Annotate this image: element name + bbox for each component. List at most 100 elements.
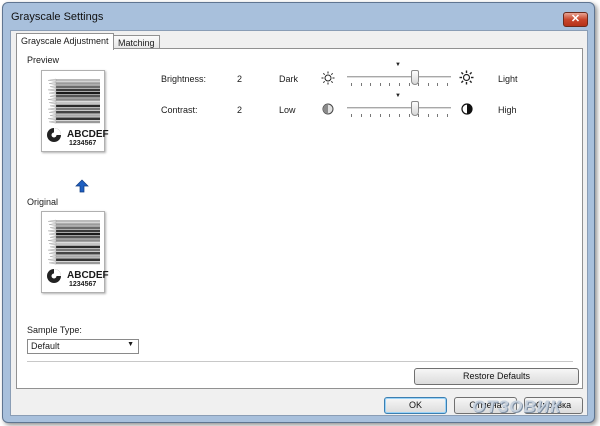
contrast-low-icon [322, 103, 334, 115]
slider-tick [351, 83, 352, 86]
window-title: Grayscale Settings [11, 11, 104, 23]
pencil-tip [47, 258, 57, 262]
restore-defaults-label: Restore Defaults [462, 371, 531, 381]
grayscale-adjustment-panel: Preview ABCDEF 1234567 Original ABCDEF 1… [16, 48, 583, 389]
divider [27, 361, 573, 362]
pencil-tip [47, 239, 57, 242]
pencil-tip [47, 248, 57, 252]
chevron-down-icon: ▼ [127, 341, 134, 348]
pencil-tip [47, 88, 57, 92]
pencil-body [56, 88, 100, 92]
pencil-tip [49, 226, 57, 230]
pencil-body [56, 226, 100, 229]
slider-tick [437, 83, 438, 86]
pencil-tip [48, 232, 57, 236]
pencil-tip [49, 85, 57, 89]
pencil-body [56, 98, 100, 101]
contrast-high-label: High [498, 105, 517, 115]
pencil-body [56, 236, 100, 239]
pencil-body [56, 223, 100, 226]
pencil-tip [48, 223, 57, 226]
sun-bright-icon [459, 70, 474, 85]
pencil-body [56, 111, 100, 114]
pencil-body [56, 242, 100, 245]
watermark-logo: ОТЗОВИК [472, 397, 562, 416]
pencil-body [56, 239, 100, 242]
ok-button[interactable]: OK [384, 397, 447, 414]
slider-tick [428, 114, 429, 117]
original-label: Original [27, 197, 59, 207]
pencil-body [56, 261, 100, 265]
pencil-body [56, 82, 100, 85]
sample-type-select[interactable]: Default ▼ [27, 339, 139, 354]
pencil-body [56, 104, 100, 108]
tab-label: Grayscale Adjustment [21, 36, 109, 46]
pencil-body [56, 85, 100, 88]
pencil-tip [47, 229, 57, 233]
preview-sample-number: 1234567 [69, 140, 97, 147]
brightness-label: Brightness: [161, 74, 207, 84]
pencil-body [56, 120, 100, 124]
contrast-high-icon [461, 103, 473, 115]
tab-label: Matching [118, 38, 155, 48]
slider-tick [399, 83, 400, 86]
pencil-tip [47, 78, 57, 82]
pencil-body [56, 258, 100, 261]
contrast-low-label: Low [279, 105, 296, 115]
slider-tick [428, 83, 429, 86]
contrast-value: 2 [237, 105, 243, 115]
brightness-dark-label: Dark [279, 74, 299, 84]
dialog-client-area: Grayscale Adjustment Matching Preview AB… [10, 30, 588, 416]
slider-tick [409, 83, 410, 86]
slider-tick [389, 114, 390, 117]
preview-image: ABCDEF 1234567 [41, 70, 109, 152]
pencil-body [56, 101, 100, 104]
pencil-tip [47, 117, 57, 121]
contrast-slider[interactable]: ▼ [347, 93, 451, 119]
pencil-tip [48, 82, 57, 85]
tab-grayscale-adjustment[interactable]: Grayscale Adjustment [16, 33, 114, 50]
slider-track [347, 107, 451, 110]
pencil-tip [49, 255, 57, 258]
pencil-body [56, 220, 100, 223]
pencil-tip [48, 261, 57, 265]
pencil-body [56, 95, 100, 98]
contrast-label: Contrast: [161, 105, 198, 115]
pencil-body [56, 248, 100, 252]
brightness-slider[interactable]: ▼ [347, 62, 451, 88]
original-sample-number: 1234567 [69, 281, 97, 288]
pencil-tip [48, 110, 57, 114]
pencil-body [56, 79, 100, 82]
title-bar[interactable]: Grayscale Settings ✕ [3, 3, 594, 29]
slider-tick [380, 114, 381, 117]
slider-tick [370, 83, 371, 86]
slider-tick [447, 114, 448, 117]
slider-tick [361, 114, 362, 117]
pencil-body [56, 245, 100, 249]
slider-tick [437, 114, 438, 117]
slider-tick [389, 83, 390, 86]
original-image: ABCDEF 1234567 [41, 211, 109, 293]
pencil-tip [49, 104, 57, 108]
pencil-tip [48, 91, 57, 95]
pencil-tip [49, 114, 57, 117]
slider-track [347, 76, 451, 79]
dialog-window: Grayscale Settings ✕ Grayscale Adjustmen… [2, 2, 595, 423]
pencil-body [56, 252, 100, 255]
pencil-body [56, 229, 100, 233]
sample-type-value: Default [31, 341, 60, 351]
brightness-light-label: Light [498, 74, 518, 84]
slider-tick [351, 114, 352, 117]
slider-tick [399, 114, 400, 117]
restore-defaults-button[interactable]: Restore Defaults [414, 368, 579, 385]
slider-tick [380, 83, 381, 86]
slider-tick [418, 114, 419, 117]
close-button[interactable]: ✕ [563, 12, 588, 27]
pencil-tip [49, 94, 57, 98]
slider-tick [418, 83, 419, 86]
slider-tick [370, 114, 371, 117]
center-mark-icon: ▼ [395, 93, 401, 99]
pencil-tip [47, 107, 57, 111]
center-mark-icon: ▼ [395, 62, 401, 68]
slider-tick [361, 83, 362, 86]
